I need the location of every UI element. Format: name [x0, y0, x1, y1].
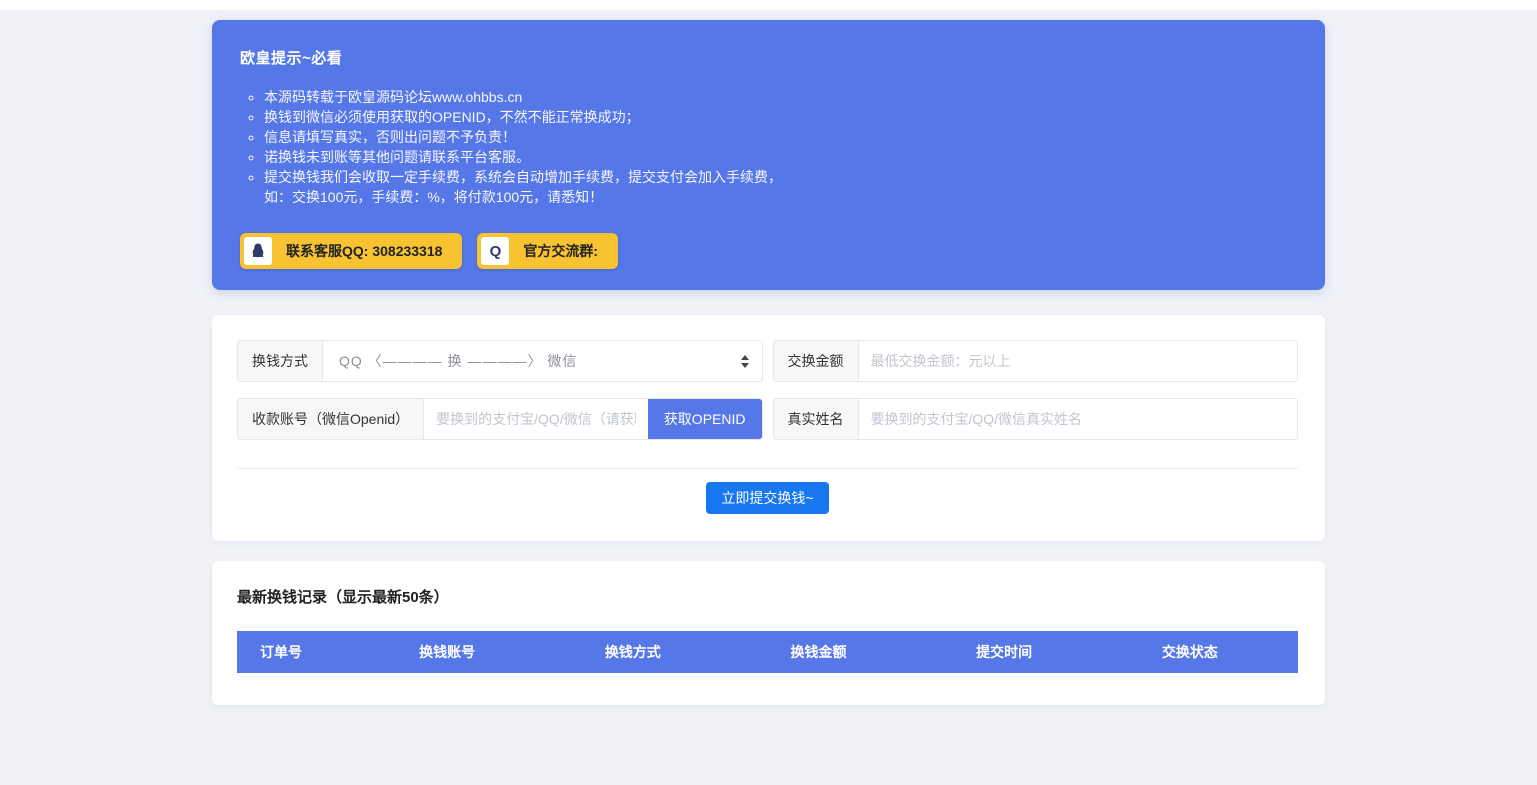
column-header-submit-time: 提交时间: [953, 631, 1139, 673]
account-input[interactable]: [424, 399, 648, 439]
records-card: 最新换钱记录（显示最新50条） 订单号 换钱账号 换钱方式 换钱金额 提交时间 …: [212, 561, 1325, 705]
notice-item: 信息请填写真实，否则出问题不予负责！: [264, 127, 1297, 147]
notice-item: 提交换钱我们会收取一定手续费，系统会自动增加手续费，提交支付会加入手续费，: [264, 167, 1297, 187]
account-group: 收款账号（微信Openid） 获取OPENID: [237, 398, 763, 440]
name-input[interactable]: [859, 399, 1298, 439]
q-letter-icon: Q: [481, 237, 509, 265]
form-divider: [237, 468, 1298, 469]
notice-panel: 欧皇提示~必看 本源码转载于欧皇源码论坛www.ohbbs.cn 换钱到微信必须…: [212, 20, 1325, 290]
top-strip: [0, 0, 1537, 10]
account-label: 收款账号（微信Openid）: [238, 399, 424, 439]
contact-qq-button[interactable]: 联系客服QQ: 308233318: [240, 233, 462, 269]
notice-title: 欧皇提示~必看: [240, 47, 1297, 68]
form-grid: 换钱方式 QQ 〈———— 换 ————〉 微信 交换金额 收款账号（微信Ope…: [237, 340, 1298, 440]
records-table: 订单号 换钱账号 换钱方式 换钱金额 提交时间 交换状态: [237, 631, 1298, 673]
method-selected-value: QQ 〈———— 换 ————〉 微信: [339, 351, 577, 371]
name-group: 真实姓名: [773, 398, 1299, 440]
submit-row: 立即提交换钱~: [237, 482, 1298, 514]
page-container: 欧皇提示~必看 本源码转载于欧皇源码论坛www.ohbbs.cn 换钱到微信必须…: [212, 20, 1325, 705]
notice-item: 换钱到微信必须使用获取的OPENID，不然不能正常换成功；: [264, 107, 1297, 127]
notice-item: 本源码转载于欧皇源码论坛www.ohbbs.cn: [264, 87, 1297, 107]
submit-exchange-button[interactable]: 立即提交换钱~: [706, 482, 828, 514]
method-group: 换钱方式 QQ 〈———— 换 ————〉 微信: [237, 340, 763, 382]
exchange-form-card: 换钱方式 QQ 〈———— 换 ————〉 微信 交换金额 收款账号（微信Ope…: [212, 315, 1325, 541]
exchange-method-select[interactable]: QQ 〈———— 换 ————〉 微信: [323, 341, 762, 381]
column-header-method: 换钱方式: [582, 631, 768, 673]
records-header-row: 订单号 换钱账号 换钱方式 换钱金额 提交时间 交换状态: [237, 631, 1298, 673]
column-header-amount: 换钱金额: [767, 631, 953, 673]
amount-group: 交换金额: [773, 340, 1299, 382]
select-updown-icon: [741, 355, 749, 368]
official-group-button[interactable]: Q 官方交流群:: [477, 233, 618, 269]
get-openid-button[interactable]: 获取OPENID: [648, 399, 762, 439]
column-header-status: 交换状态: [1139, 631, 1298, 673]
method-label: 换钱方式: [238, 341, 323, 381]
contact-qq-label: 联系客服QQ: 308233318: [286, 241, 442, 261]
amount-label: 交换金额: [774, 341, 859, 381]
notice-list: 本源码转载于欧皇源码论坛www.ohbbs.cn 换钱到微信必须使用获取的OPE…: [240, 87, 1297, 187]
records-title: 最新换钱记录（显示最新50条）: [237, 586, 1298, 607]
column-header-order-no: 订单号: [237, 631, 396, 673]
qq-penguin-icon: [244, 237, 272, 265]
official-group-label: 官方交流群:: [523, 241, 598, 261]
name-label: 真实姓名: [774, 399, 859, 439]
amount-input[interactable]: [859, 341, 1298, 381]
notice-buttons-row: 联系客服QQ: 308233318 Q 官方交流群:: [240, 233, 1297, 269]
column-header-account: 换钱账号: [396, 631, 582, 673]
notice-item: 诺换钱未到账等其他问题请联系平台客服。: [264, 147, 1297, 167]
notice-note-line: 如：交换100元，手续费：%，将付款100元，请悉知！: [240, 187, 1297, 207]
